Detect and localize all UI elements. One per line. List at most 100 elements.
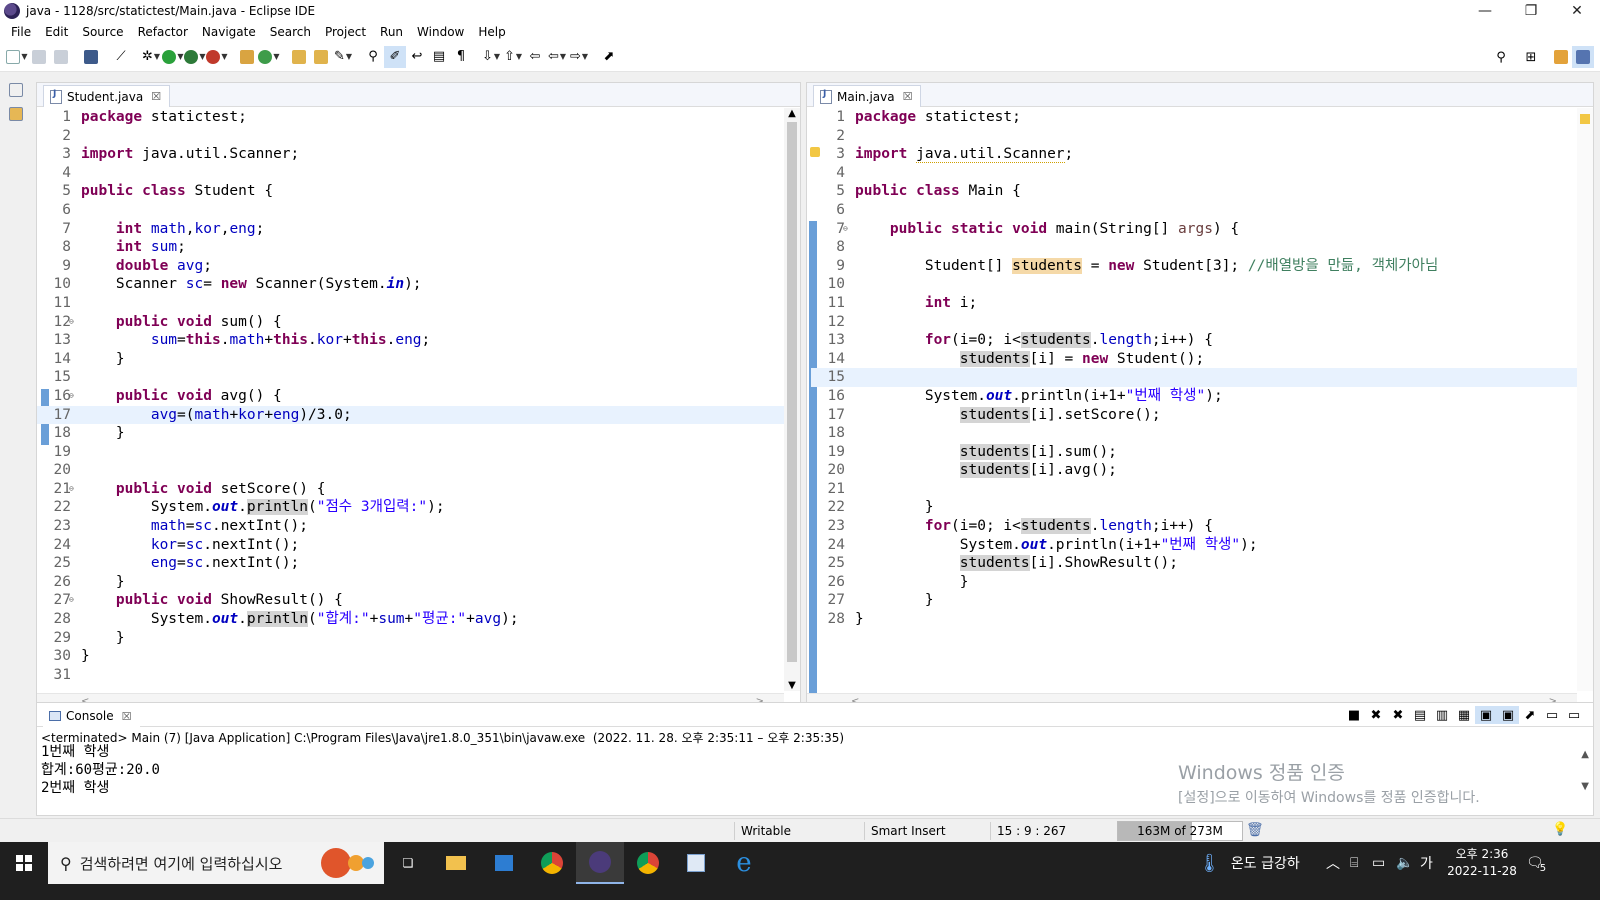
code-line[interactable]: 14 students[i] = new Student(); [811, 350, 1593, 369]
code-line[interactable]: 20 [37, 461, 800, 480]
previous-annotation-icon[interactable]: ⇧ ▼ [502, 46, 524, 68]
code-line[interactable]: 17 students[i].setScore(); [811, 406, 1593, 425]
code-area[interactable]: 1 package statictest; 2 3 import java.util.S… [811, 108, 1593, 691]
menu-project[interactable]: Project [318, 22, 373, 42]
java-ee-perspective-icon[interactable] [1550, 46, 1572, 68]
code-line[interactable]: 14 } [37, 350, 800, 369]
menu-window[interactable]: Window [410, 22, 471, 42]
back-icon[interactable]: ⇦ ▼ [546, 46, 568, 68]
code-line[interactable]: 18 [811, 424, 1593, 443]
pin-console-icon[interactable]: ⬈ [1519, 706, 1541, 724]
close-tab-icon[interactable]: ☒ [903, 90, 913, 103]
code-line[interactable]: 17 avg=(math+kor+eng)/3.0; [37, 405, 800, 425]
code-line[interactable]: 1 package statictest; [37, 108, 800, 127]
package-explorer-icon[interactable] [9, 107, 23, 121]
remove-all-launches-icon[interactable]: ✖ [1387, 706, 1409, 724]
code-line[interactable]: 15 [37, 368, 800, 387]
code-line[interactable]: 7 int math,kor,eng; [37, 220, 800, 239]
code-line[interactable]: 12 [811, 313, 1593, 332]
code-line[interactable]: 7 ⊖ public static void main(String[] args… [811, 220, 1593, 239]
code-line[interactable]: 2 [37, 127, 800, 146]
minimize-button[interactable]: — [1462, 0, 1508, 22]
pin-editor-icon[interactable]: ⬈ [598, 46, 620, 68]
code-line[interactable]: 3 import java.util.Scanner; [811, 145, 1593, 164]
menu-refactor[interactable]: Refactor [131, 22, 195, 42]
code-line[interactable]: 24 kor=sc.nextInt(); [37, 536, 800, 555]
terminal-icon[interactable] [80, 46, 102, 68]
heap-status[interactable]: 163M of 273M [1117, 821, 1243, 841]
volume-icon[interactable]: 🔈 [1396, 842, 1413, 884]
debug-icon[interactable]: ✲ ▼ [140, 46, 162, 68]
toggle-breadcrumb-icon[interactable]: ⚲ [362, 46, 384, 68]
code-line[interactable]: 21 [811, 480, 1593, 499]
chrome-icon[interactable] [528, 842, 576, 884]
open-task-icon[interactable] [310, 46, 332, 68]
store-icon[interactable] [480, 842, 528, 884]
close-button[interactable]: ✕ [1554, 0, 1600, 22]
remove-launch-icon[interactable]: ✖ [1365, 706, 1387, 724]
status-cursor-position[interactable]: 15 : 9 : 267 [990, 822, 1114, 840]
code-line[interactable]: 24 System.out.println(i+1+"번째 학생"); [811, 536, 1593, 555]
code-line[interactable]: 10 Scanner sc= new Scanner(System.in); [37, 275, 800, 294]
code-line[interactable]: 26 } [37, 573, 800, 592]
code-line[interactable]: 10 [811, 275, 1593, 294]
scroll-lock-icon[interactable]: ▥ [1431, 706, 1453, 724]
code-line[interactable]: 9 double avg; [37, 257, 800, 276]
weather-widget[interactable]: 🌡 온도 급강하 [1198, 842, 1300, 884]
search-tool-icon[interactable]: ✎ ▼ [332, 46, 354, 68]
word-wrap-icon[interactable]: ▦ [1453, 706, 1475, 724]
code-line[interactable]: 2 [811, 127, 1593, 146]
code-area[interactable]: 1 package statictest; 2 3 import java.util.S… [37, 108, 800, 691]
code-line[interactable]: 29 } [37, 629, 800, 648]
code-line[interactable]: 5 public class Main { [811, 182, 1593, 201]
menu-run[interactable]: Run [373, 22, 410, 42]
java-perspective-icon[interactable] [1572, 46, 1594, 68]
network-icon[interactable]: ▭ [1372, 842, 1385, 884]
scroll-thumb[interactable] [787, 122, 797, 662]
maximize-button[interactable]: ❐ [1508, 0, 1554, 22]
open-type-icon[interactable] [288, 46, 310, 68]
code-line[interactable]: 19 students[i].sum(); [811, 443, 1593, 462]
code-line[interactable]: 6 [811, 201, 1593, 220]
open-perspective-icon[interactable]: ⊞ [1520, 46, 1542, 68]
save-all-icon[interactable] [50, 46, 72, 68]
toggle-mark-occurrences-icon[interactable]: ✐ [384, 45, 406, 68]
code-line[interactable]: 8 int sum; [37, 238, 800, 257]
code-line[interactable]: 25 eng=sc.nextInt(); [37, 554, 800, 573]
tab-student-java[interactable]: Student.java ☒ [43, 85, 171, 107]
forward-icon[interactable]: ⇨ ▼ [568, 46, 590, 68]
close-tab-icon[interactable]: ☒ [151, 90, 161, 103]
fold-toggle-icon[interactable]: ⊖ [69, 387, 74, 406]
scroll-down-icon[interactable]: ▼ [784, 680, 800, 691]
overview-warning-icon[interactable] [1580, 114, 1590, 124]
toggle-word-wrap-icon[interactable]: ↩ [406, 46, 428, 68]
vertical-scrollbar[interactable]: ▲ ▼ [784, 108, 800, 691]
internet-explorer-icon[interactable]: e [720, 842, 768, 884]
code-line[interactable]: 15 [811, 368, 1593, 387]
search-icon[interactable]: ⚲ [1490, 46, 1512, 68]
save-icon[interactable] [28, 46, 50, 68]
status-insert-mode[interactable]: Smart Insert [864, 822, 990, 840]
menu-source[interactable]: Source [75, 22, 130, 42]
code-line[interactable]: 4 [37, 164, 800, 183]
file-explorer-icon[interactable] [432, 842, 480, 884]
taskbar-clock[interactable]: 오후 2:36 2022-11-28 [1444, 846, 1520, 880]
garbage-collect-icon[interactable]: 🗑 [1246, 822, 1264, 838]
code-line[interactable]: 26 } [811, 573, 1593, 592]
show-stdout-icon[interactable]: ▣ [1475, 706, 1497, 724]
paint-icon[interactable] [672, 842, 720, 884]
close-tab-icon[interactable]: ☒ [122, 710, 132, 723]
chrome-profile-icon[interactable] [624, 842, 672, 884]
code-line[interactable]: 13 sum=this.math+this.kor+this.eng; [37, 331, 800, 350]
next-annotation-icon[interactable]: ⇩ ▼ [480, 46, 502, 68]
new-java-class-icon[interactable]: ▼ [258, 46, 280, 68]
code-line[interactable]: 25 students[i].ShowResult(); [811, 554, 1593, 573]
menu-navigate[interactable]: Navigate [195, 22, 263, 42]
code-line[interactable]: 6 [37, 201, 800, 220]
menu-file[interactable]: File [4, 22, 38, 42]
code-line[interactable]: 22 } [811, 498, 1593, 517]
code-line[interactable]: 3 import java.util.Scanner; [37, 145, 800, 164]
fold-toggle-icon[interactable]: ⊖ [69, 480, 74, 499]
code-line[interactable]: 21 ⊖ public void setScore() { [37, 480, 800, 499]
console-scroll-down-icon[interactable]: ▼ [1581, 781, 1589, 792]
